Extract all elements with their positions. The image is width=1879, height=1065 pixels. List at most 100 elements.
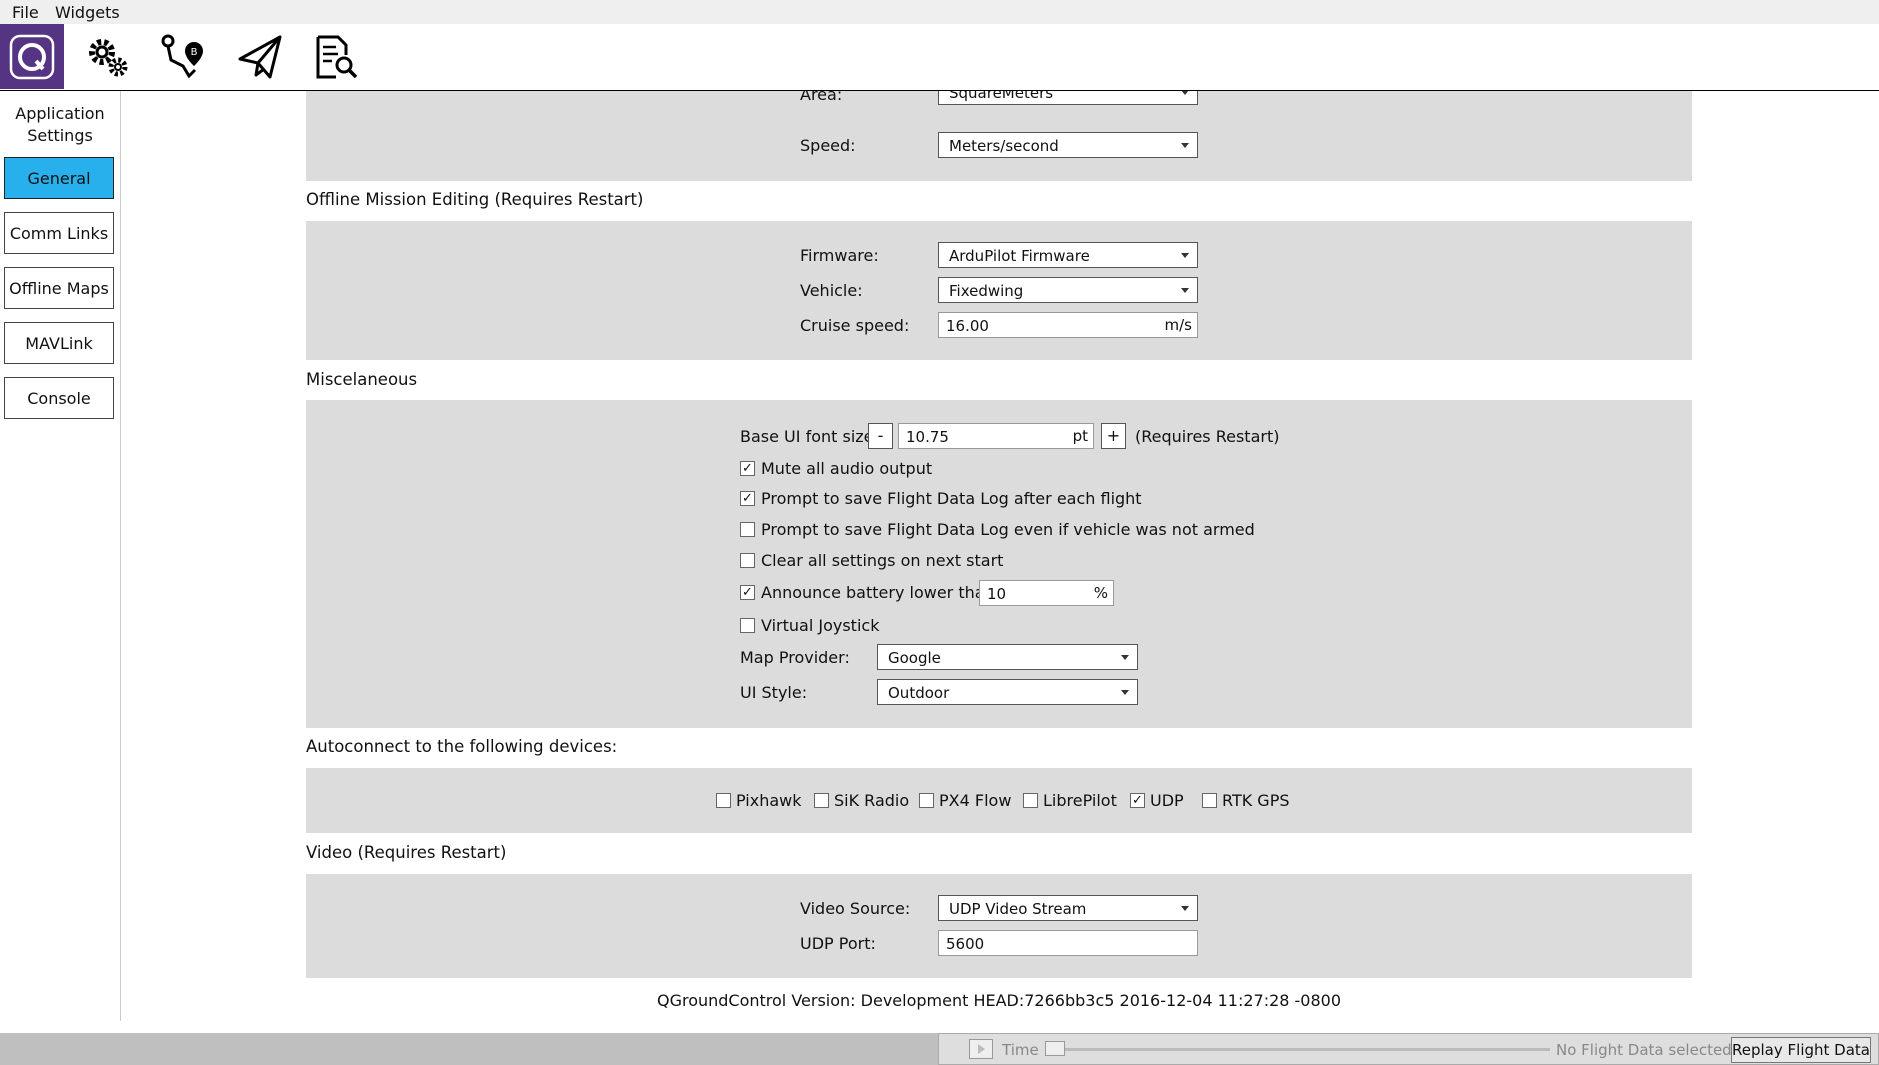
main-toolbar: B — [0, 24, 1879, 91]
analyze-button[interactable] — [304, 24, 368, 89]
font-size-restart-note: (Requires Restart) — [1135, 427, 1280, 446]
area-combo-value: SquareMeters — [949, 91, 1054, 102]
speed-label: Speed: — [800, 136, 856, 155]
battery-threshold-field[interactable]: 10 % — [979, 580, 1114, 606]
video-panel — [306, 874, 1692, 978]
qgc-logo-button[interactable] — [0, 24, 64, 89]
chevron-down-icon — [1181, 288, 1189, 293]
settings-button[interactable] — [76, 24, 140, 89]
plan-route-icon: B — [161, 34, 203, 78]
analyze-document-icon — [316, 35, 358, 78]
version-text: QGroundControl Version: Development HEAD… — [656, 991, 1342, 1010]
chevron-down-icon — [1181, 91, 1189, 95]
prompt-save-log-checkbox[interactable]: ✓ — [740, 491, 755, 506]
prompt-save-unarmed-checkbox[interactable] — [740, 522, 755, 537]
virtual-joystick-checkbox[interactable] — [740, 618, 755, 633]
menu-widgets[interactable]: Widgets — [55, 3, 120, 22]
menu-file[interactable]: File — [12, 3, 39, 22]
play-icon — [978, 1044, 985, 1054]
firmware-combo-value: ArduPilot Firmware — [949, 247, 1090, 265]
fly-paper-plane-icon — [238, 35, 282, 78]
vehicle-combo-value: Fixedwing — [949, 282, 1024, 300]
autoconnect-px4-flow-label: PX4 Flow — [939, 791, 1012, 810]
autoconnect-rtk-gps-label: RTK GPS — [1222, 791, 1290, 810]
autoconnect-sik-radio-checkbox[interactable] — [814, 793, 829, 808]
settings-sidebar: Application Settings General Comm Links … — [0, 91, 121, 1021]
no-flight-data-text: No Flight Data selected.. — [1556, 1041, 1742, 1059]
fly-button[interactable] — [228, 24, 292, 89]
sidebar-item-general[interactable]: General — [4, 157, 114, 199]
udp-port-value: 5600 — [946, 935, 985, 953]
virtual-joystick-label: Virtual Joystick — [761, 616, 880, 635]
video-source-combo[interactable]: UDP Video Stream — [938, 895, 1198, 921]
firmware-combo[interactable]: ArduPilot Firmware — [938, 242, 1198, 268]
autoconnect-title: Autoconnect to the following devices: — [306, 737, 618, 756]
cruise-speed-unit: m/s — [1164, 316, 1192, 334]
ui-style-combo[interactable]: Outdoor — [877, 679, 1138, 705]
font-size-increase-button[interactable]: + — [1101, 423, 1126, 449]
font-size-value: 10.75 — [906, 428, 949, 446]
map-provider-combo[interactable]: Google — [877, 644, 1138, 670]
chevron-down-icon — [1121, 690, 1129, 695]
autoconnect-udp-checkbox[interactable]: ✓ — [1130, 793, 1145, 808]
autoconnect-px4-flow-checkbox[interactable] — [919, 793, 934, 808]
cruise-speed-field[interactable]: 16.00 m/s — [938, 312, 1198, 338]
firmware-label: Firmware: — [800, 246, 879, 265]
replay-flight-data-button[interactable]: Replay Flight Data — [1731, 1037, 1871, 1063]
offline-mission-title: Offline Mission Editing (Requires Restar… — [306, 190, 644, 209]
ui-style-label: UI Style: — [740, 683, 808, 702]
autoconnect-librepilot-checkbox[interactable] — [1023, 793, 1038, 808]
replay-controls: Time No Flight Data selected.. Replay Fl… — [938, 1033, 1879, 1065]
battery-threshold-unit: % — [1093, 584, 1108, 602]
chevron-down-icon — [1181, 143, 1189, 148]
time-slider-track[interactable] — [1045, 1048, 1550, 1051]
ui-style-value: Outdoor — [888, 684, 950, 702]
time-label: Time — [1002, 1041, 1039, 1059]
speed-combo[interactable]: Meters/second — [938, 132, 1198, 158]
video-source-value: UDP Video Stream — [949, 900, 1087, 918]
area-label: Area: — [800, 91, 843, 104]
gears-icon — [89, 38, 128, 76]
qgc-logo-icon — [9, 34, 55, 79]
sidebar-title: Application Settings — [0, 103, 120, 147]
vehicle-combo[interactable]: Fixedwing — [938, 277, 1198, 303]
autoconnect-pixhawk-label: Pixhawk — [736, 791, 802, 810]
chevron-down-icon — [1181, 253, 1189, 258]
udp-port-field[interactable]: 5600 — [938, 930, 1198, 956]
sidebar-item-console[interactable]: Console — [4, 377, 114, 419]
battery-announce-checkbox[interactable]: ✓ — [740, 585, 755, 600]
vehicle-label: Vehicle: — [800, 281, 863, 300]
font-size-decrease-button[interactable]: - — [868, 423, 893, 449]
map-provider-value: Google — [888, 649, 941, 667]
units-panel-top-clip: Area: SquareMeters — [306, 91, 1692, 111]
font-size-field[interactable]: 10.75 pt — [898, 423, 1094, 449]
mute-audio-checkbox[interactable]: ✓ — [740, 461, 755, 476]
plan-button[interactable]: B — [152, 24, 216, 89]
cruise-speed-label: Cruise speed: — [800, 316, 910, 335]
prompt-save-log-label: Prompt to save Flight Data Log after eac… — [761, 489, 1142, 508]
time-slider-handle[interactable] — [1045, 1041, 1065, 1056]
clear-settings-checkbox[interactable] — [740, 553, 755, 568]
clear-settings-label: Clear all settings on next start — [761, 551, 1004, 570]
autoconnect-pixhawk-checkbox[interactable] — [716, 793, 731, 808]
sidebar-item-offline-maps[interactable]: Offline Maps — [4, 267, 114, 309]
speed-combo-value: Meters/second — [949, 137, 1059, 155]
chevron-down-icon — [1121, 655, 1129, 660]
battery-threshold-value: 10 — [987, 585, 1007, 603]
sidebar-item-mavlink[interactable]: MAVLink — [4, 322, 114, 364]
font-size-label: Base UI font size: — [740, 427, 879, 446]
autoconnect-librepilot-label: LibrePilot — [1043, 791, 1117, 810]
chevron-down-icon — [1181, 906, 1189, 911]
autoconnect-udp-label: UDP — [1150, 791, 1184, 810]
cruise-speed-value: 16.00 — [946, 317, 989, 335]
area-combo[interactable]: SquareMeters — [938, 91, 1198, 105]
sidebar-item-comm-links[interactable]: Comm Links — [4, 212, 114, 254]
autoconnect-rtk-gps-checkbox[interactable] — [1202, 793, 1217, 808]
mute-audio-label: Mute all audio output — [761, 459, 933, 478]
font-size-unit: pt — [1072, 427, 1088, 445]
play-button[interactable] — [969, 1039, 993, 1059]
prompt-save-unarmed-label: Prompt to save Flight Data Log even if v… — [761, 520, 1255, 539]
udp-port-label: UDP Port: — [800, 934, 876, 953]
map-provider-label: Map Provider: — [740, 648, 850, 667]
sidebar-title-line1: Application — [15, 104, 105, 123]
